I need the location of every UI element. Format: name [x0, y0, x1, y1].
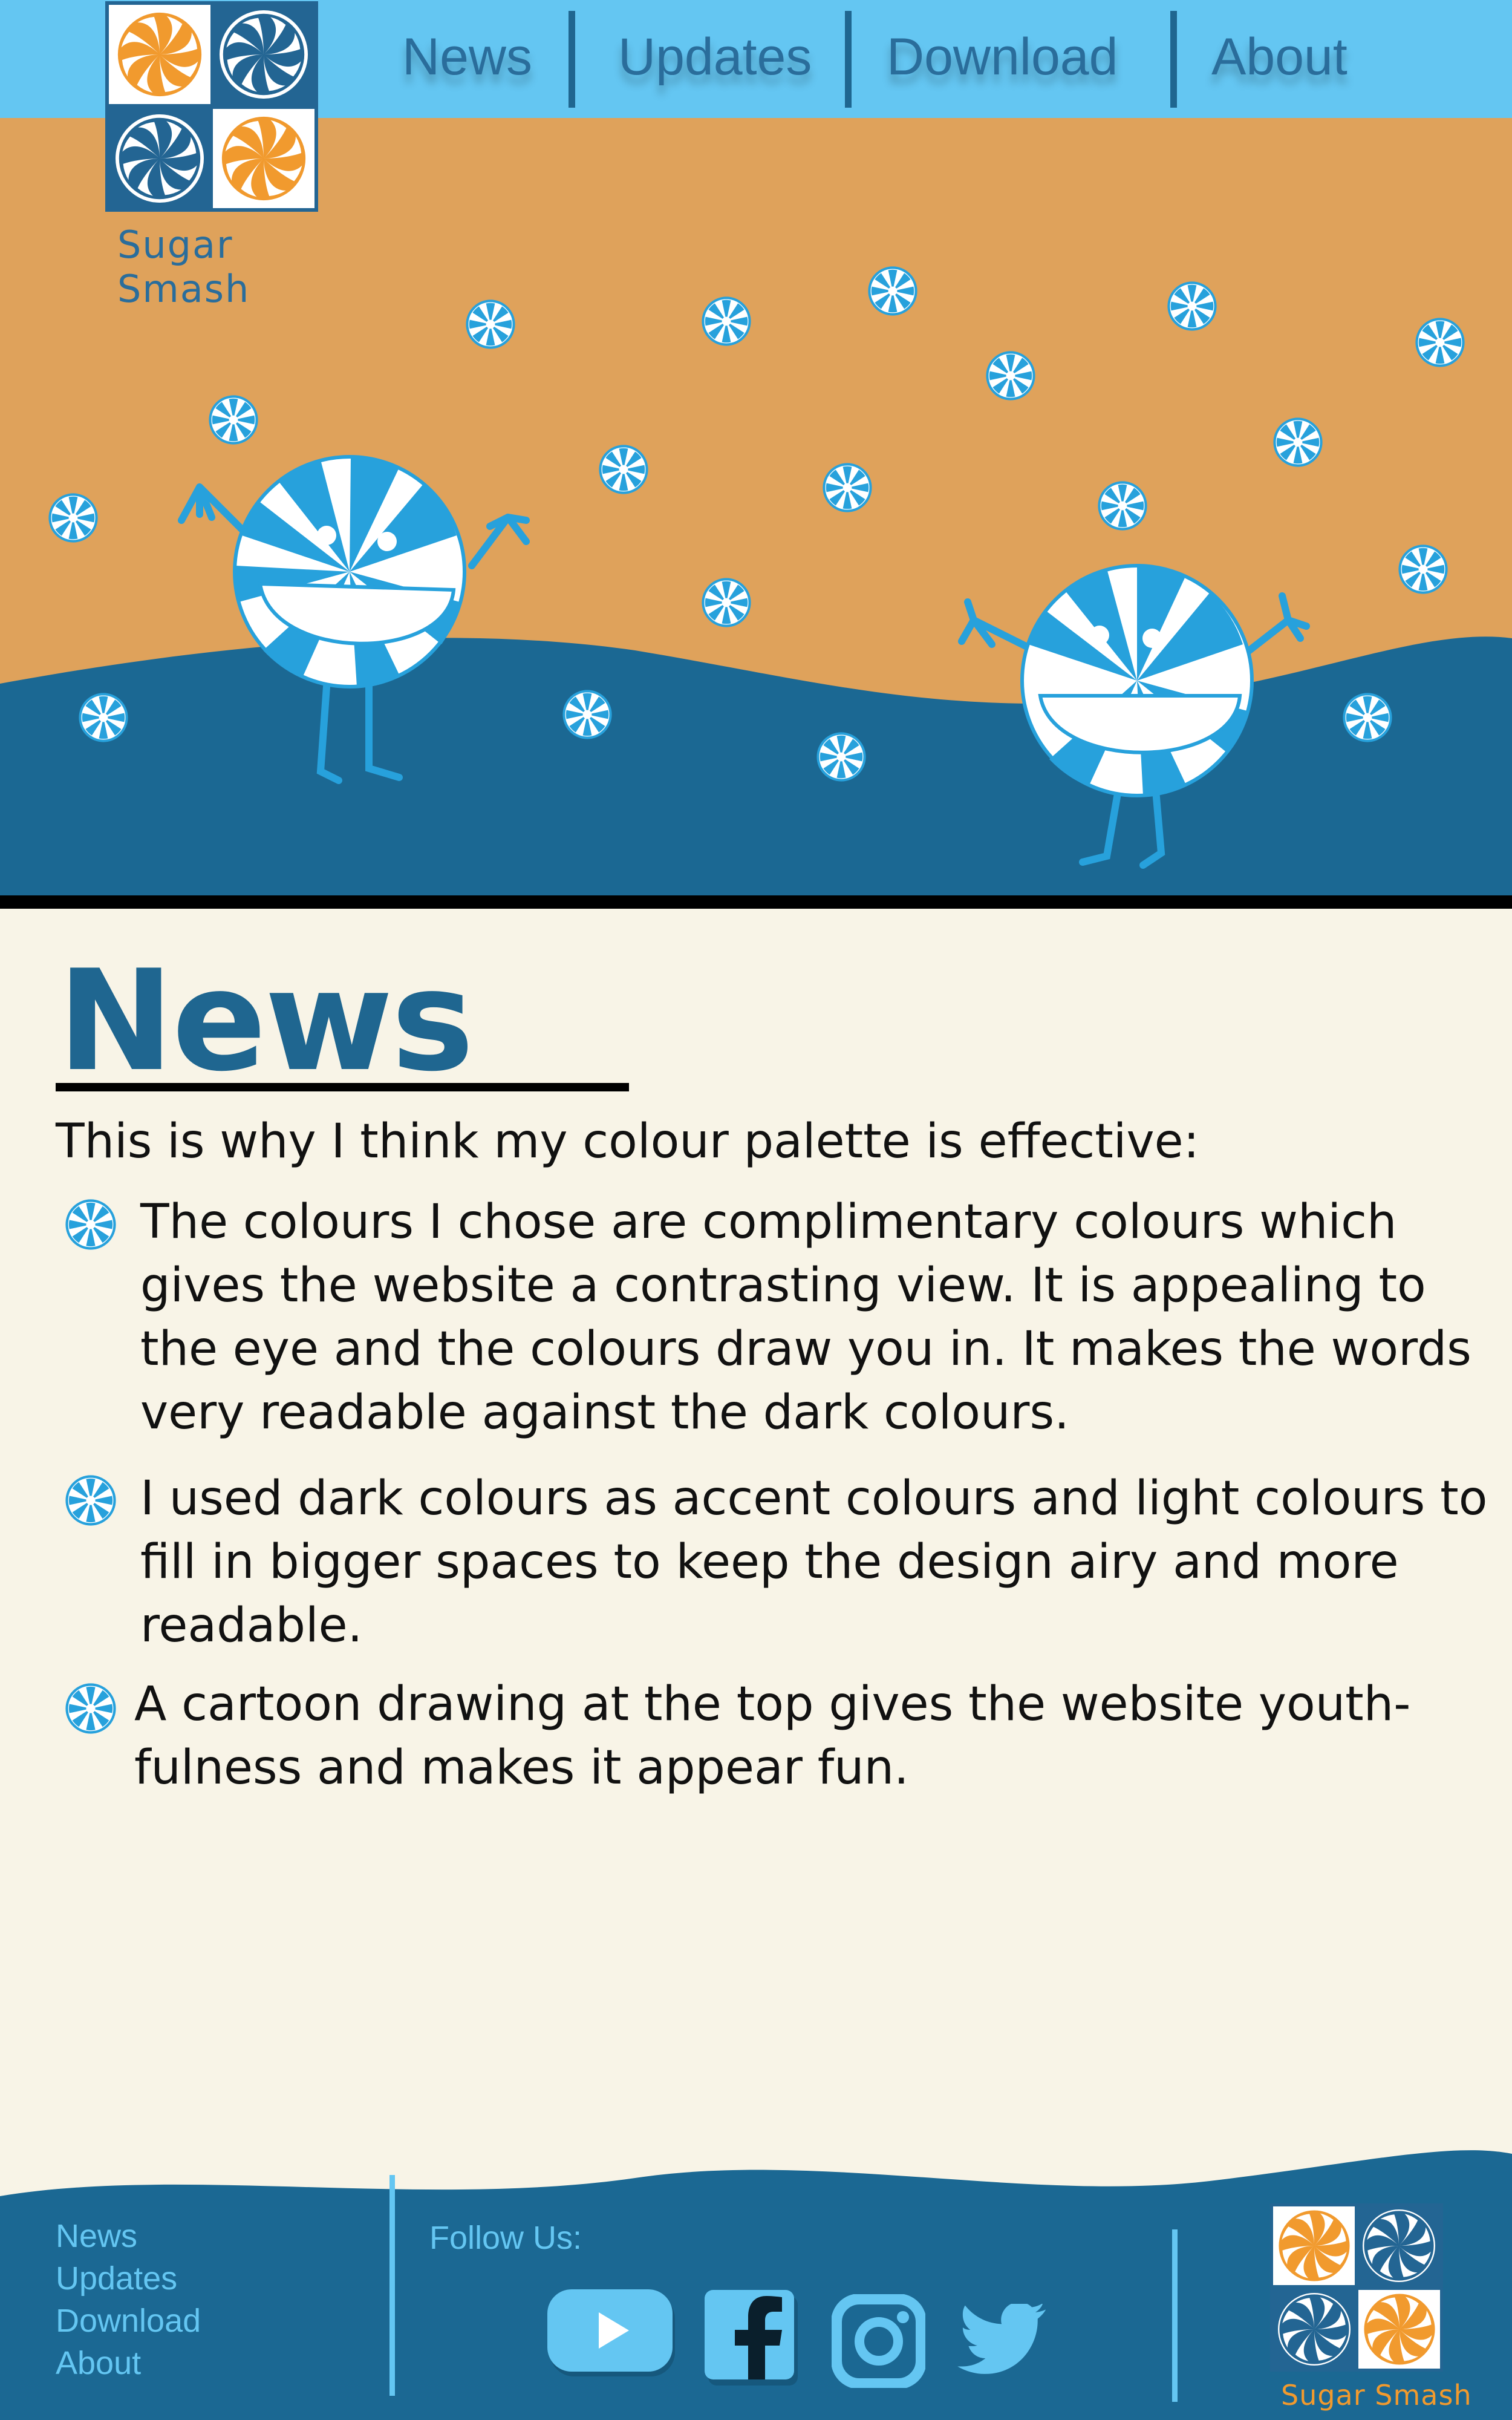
bullet-1-line-2: gives the website a contrasting view. It…: [140, 1258, 1426, 1313]
footer-logo[interactable]: Sugar Smash: [1270, 2203, 1471, 2412]
nav-download[interactable]: Download: [887, 27, 1118, 87]
logo-text: Sugar Smash: [117, 223, 250, 311]
logo-tile: [213, 109, 314, 208]
follow-us-label: Follow Us:: [429, 2220, 582, 2256]
intro-text: This is why I think my colour palette is…: [56, 1114, 1199, 1169]
facebook-icon[interactable]: [705, 2290, 801, 2387]
bullet-1-line-1: The colours I chose are complimentary co…: [140, 1195, 1397, 1249]
section-divider: [0, 895, 1512, 909]
bullet-2-line-1: I used dark colours as accent colours an…: [140, 1471, 1488, 1526]
instagram-icon[interactable]: [832, 2294, 925, 2388]
page-title: News: [57, 941, 474, 1102]
nav-divider: [1170, 11, 1177, 108]
footer-divider: [389, 2175, 395, 2396]
candy-bullet-icon: [65, 1683, 116, 1734]
title-underline: [56, 1083, 629, 1091]
candy-bullet-icon: [65, 1199, 116, 1250]
footer-divider: [1172, 2229, 1178, 2402]
logo-tile: [109, 5, 210, 104]
twitter-icon[interactable]: [957, 2304, 1048, 2379]
candy-bullet-icon: [65, 1475, 116, 1526]
bullet-1-line-3: the eye and the colours draw you in. It …: [140, 1322, 1471, 1376]
brand-logo[interactable]: Sugar Smash: [104, 0, 319, 311]
nav-updates[interactable]: Updates: [618, 27, 812, 87]
bullet-2-line-3: readable.: [140, 1598, 363, 1653]
bullet-1-line-4: very readable against the dark colours.: [140, 1385, 1069, 1440]
youtube-icon[interactable]: [547, 2287, 677, 2381]
bullet-2-line-2: fill in bigger spaces to keep the design…: [140, 1535, 1399, 1589]
footer-link-about[interactable]: About: [56, 2344, 141, 2382]
footer-link-download[interactable]: Download: [56, 2302, 201, 2340]
nav-divider: [845, 11, 852, 108]
bullet-3-line-1: A cartoon drawing at the top gives the w…: [134, 1677, 1411, 1732]
logo-tile: [213, 5, 314, 104]
footer-link-updates[interactable]: Updates: [56, 2260, 177, 2297]
logo-tile: [109, 109, 210, 208]
nav-divider: [569, 11, 575, 108]
nav-news[interactable]: News: [402, 27, 532, 87]
logo-tiles: [105, 1, 318, 212]
footer-logo-text: Sugar Smash: [1281, 2379, 1472, 2412]
nav-about[interactable]: About: [1211, 27, 1347, 87]
footer-link-news[interactable]: News: [56, 2217, 137, 2255]
bullet-3-line-2: fulness and makes it appear fun.: [134, 1741, 909, 1795]
